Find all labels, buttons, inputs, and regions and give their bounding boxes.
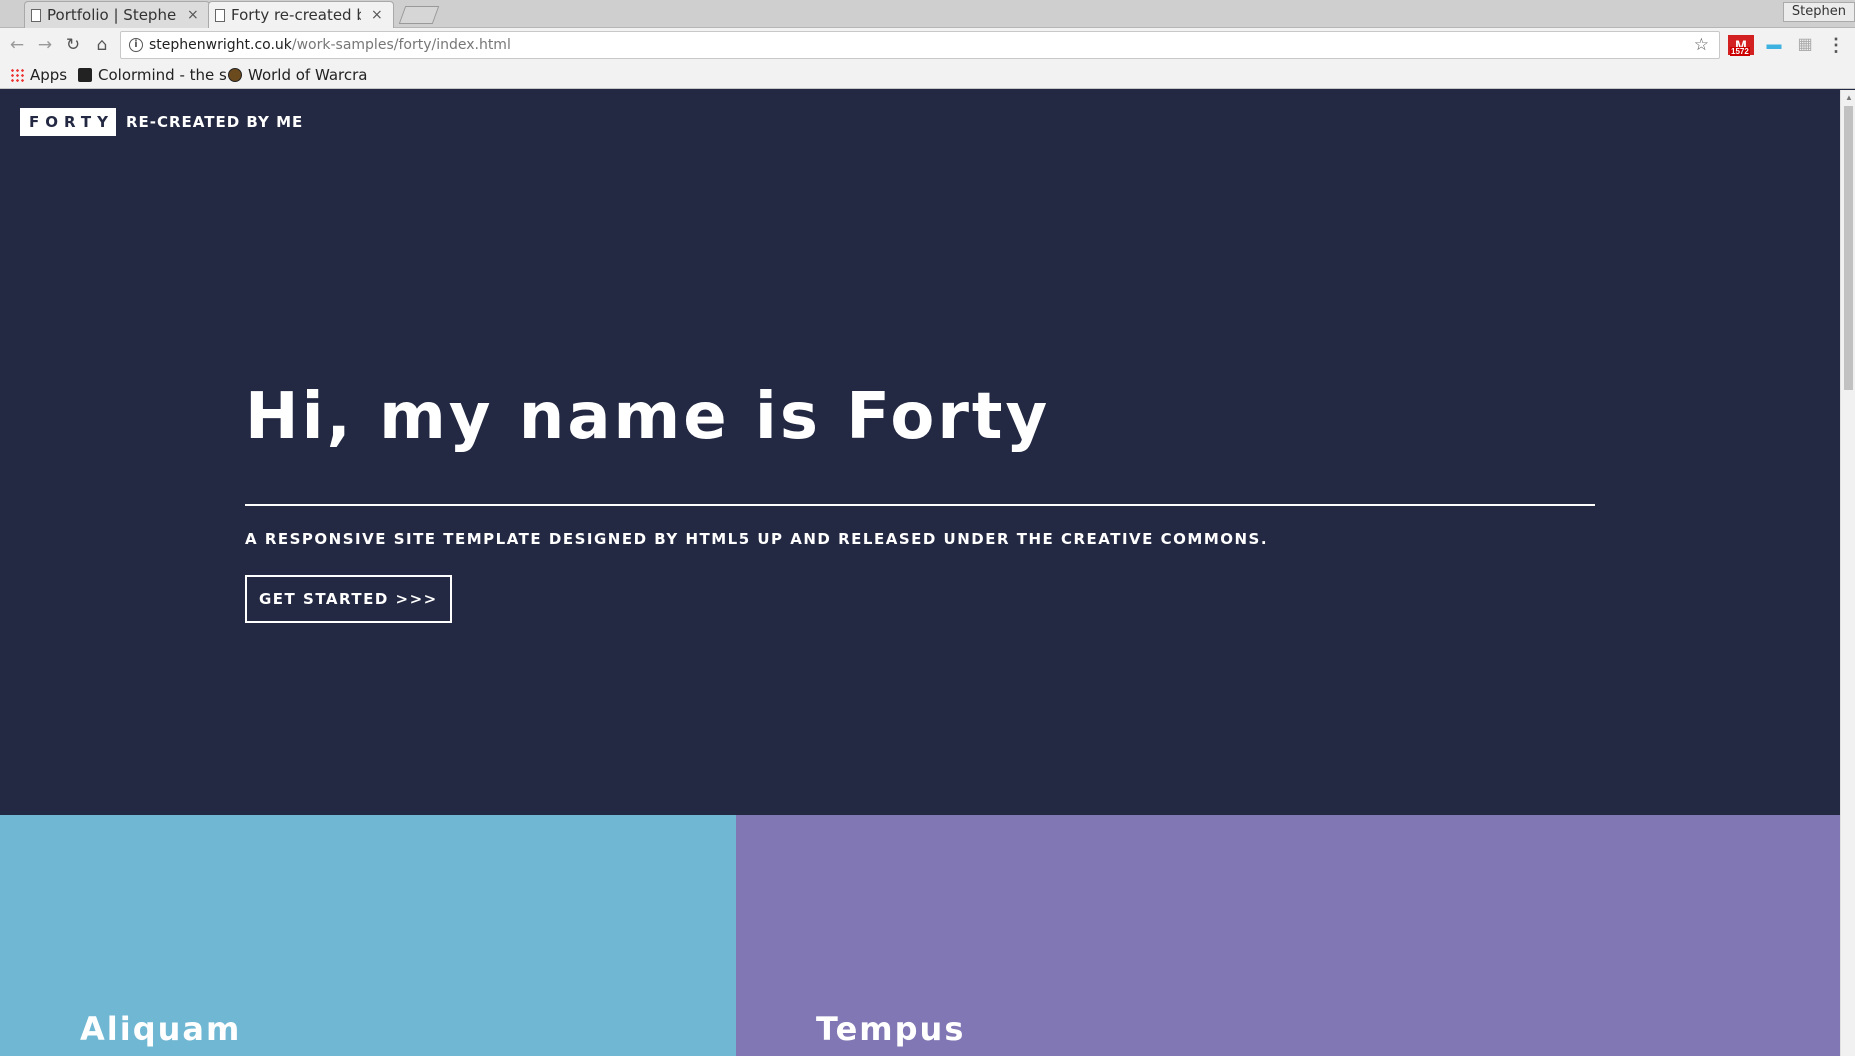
site-logo[interactable]: FORTY bbox=[20, 108, 116, 136]
site-header: FORTY RE-CREATED BY ME bbox=[20, 108, 303, 136]
hero-tagline: A RESPONSIVE SITE TEMPLATE DESIGNED BY H… bbox=[245, 530, 1269, 548]
close-icon[interactable]: × bbox=[371, 7, 383, 23]
bookmark-wow[interactable]: World of Warcra bbox=[228, 66, 368, 84]
bookmark-apps[interactable]: Apps bbox=[10, 66, 67, 84]
page-icon bbox=[31, 9, 41, 22]
url-host: stephenwright.co.uk bbox=[149, 37, 292, 53]
tile-aliquam[interactable]: Aliquam bbox=[0, 815, 736, 1056]
chat-icon[interactable]: ▬ bbox=[1764, 35, 1784, 55]
bookmark-star-icon[interactable]: ☆ bbox=[1694, 32, 1709, 58]
tiles-section: Aliquam Tempus bbox=[0, 815, 1840, 1056]
tab-portfolio[interactable]: Portfolio | Stephen × bbox=[24, 1, 210, 28]
bookmark-label: Colormind - the s bbox=[98, 66, 227, 84]
wow-icon bbox=[228, 68, 242, 82]
new-tab-button[interactable] bbox=[398, 6, 440, 24]
bookmark-colormind[interactable]: Colormind - the s bbox=[78, 66, 227, 84]
tab-strip: Portfolio | Stephen × Forty re-created b… bbox=[0, 0, 1855, 28]
gmail-badge: 1572 bbox=[1730, 47, 1750, 56]
page-icon bbox=[215, 9, 225, 22]
url-path: /work-samples/forty/index.html bbox=[291, 37, 511, 53]
bookmarks-bar: Apps Colormind - the s World of Warcra bbox=[0, 62, 1855, 89]
gmail-icon[interactable]: M 1572 bbox=[1728, 35, 1754, 56]
home-icon[interactable]: ⌂ bbox=[91, 34, 113, 56]
close-icon[interactable]: × bbox=[187, 7, 199, 23]
url-text[interactable]: stephenwright.co.uk/work-samples/forty/i… bbox=[149, 32, 511, 58]
reload-icon[interactable]: ↻ bbox=[62, 34, 84, 56]
profile-button[interactable]: Stephen bbox=[1782, 2, 1855, 22]
get-started-button[interactable]: GET STARTED >>> bbox=[245, 575, 452, 623]
colormind-icon bbox=[78, 68, 92, 82]
info-icon[interactable]: i bbox=[129, 38, 143, 52]
hero-divider bbox=[245, 504, 1595, 506]
hero-banner: Hi, my name is Forty A RESPONSIVE SITE T… bbox=[245, 380, 1595, 623]
browser-toolbar: ← → ↻ ⌂ i stephenwright.co.uk/work-sampl… bbox=[0, 28, 1855, 62]
tile-title: Aliquam bbox=[80, 1010, 242, 1048]
logo-subtitle: RE-CREATED BY ME bbox=[125, 113, 304, 131]
scroll-up-icon[interactable]: ▲ bbox=[1845, 93, 1853, 102]
apps-grid-icon bbox=[10, 68, 24, 82]
scrollbar-thumb[interactable] bbox=[1844, 106, 1853, 390]
tab-forty[interactable]: Forty re-created by × bbox=[208, 1, 394, 28]
address-bar[interactable]: i stephenwright.co.uk/work-samples/forty… bbox=[120, 31, 1720, 59]
grid-icon[interactable]: ▦ bbox=[1795, 35, 1815, 55]
forward-icon[interactable]: → bbox=[34, 34, 56, 56]
hero-title: Hi, my name is Forty bbox=[245, 380, 1051, 454]
tab-title: Portfolio | Stephen bbox=[47, 6, 177, 24]
menu-icon[interactable]: ⋮ bbox=[1826, 35, 1846, 55]
page-viewport: FORTY RE-CREATED BY ME Hi, my name is Fo… bbox=[0, 90, 1840, 1056]
bookmark-label: World of Warcra bbox=[248, 66, 368, 84]
tile-tempus[interactable]: Tempus bbox=[736, 815, 1840, 1056]
tile-title: Tempus bbox=[816, 1010, 966, 1048]
tab-title: Forty re-created by bbox=[231, 6, 361, 24]
page-scrollbar[interactable]: ▲ bbox=[1840, 90, 1855, 1056]
bookmark-label: Apps bbox=[30, 66, 68, 84]
back-icon[interactable]: ← bbox=[6, 34, 28, 56]
